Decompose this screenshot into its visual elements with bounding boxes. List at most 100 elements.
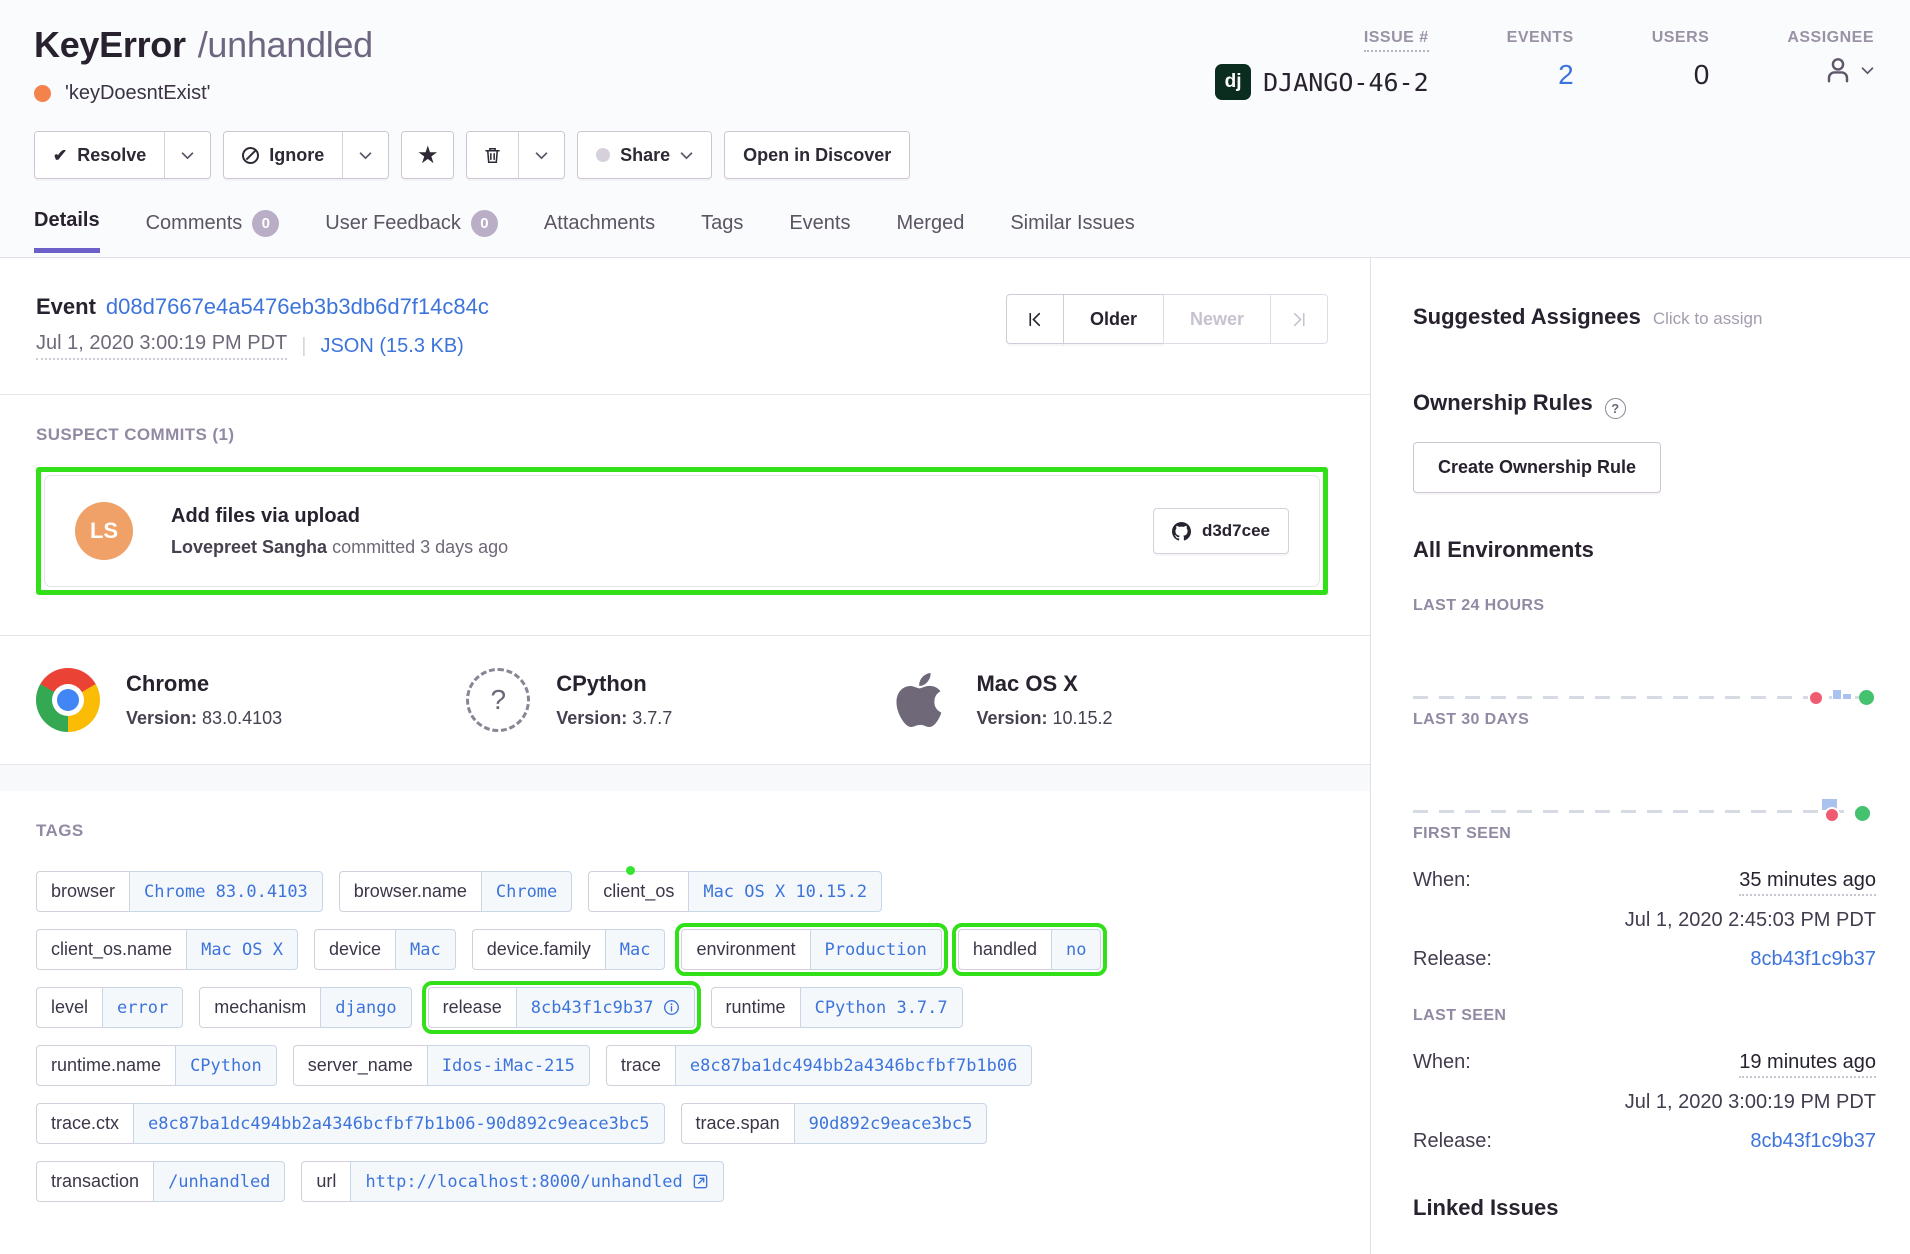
event-json-link[interactable]: JSON (15.3 KB) [320, 335, 463, 358]
tag-handled: handledno [958, 929, 1102, 970]
first-seen-relative[interactable]: 35 minutes ago [1739, 869, 1876, 896]
error-marker-dot [1808, 690, 1824, 706]
help-icon[interactable]: ? [1605, 398, 1626, 419]
mute-icon [242, 147, 259, 164]
issue-stats: ISSUE # dj DJANGO-46-2 EVENTS 2 USERS 0 … [1215, 24, 1874, 100]
suggested-assignees-hint: Click to assign [1653, 309, 1763, 329]
tab-attachments[interactable]: Attachments [544, 209, 655, 253]
stat-assignee: ASSIGNEE [1787, 26, 1874, 100]
chevron-down-icon [359, 151, 372, 160]
issue-header: KeyError/unhandled 'keyDoesntExist' ISSU… [0, 0, 1910, 258]
oldest-event-button[interactable] [1006, 294, 1064, 344]
event-contexts: Chrome Version: 83.0.4103 ? CPython Vers… [0, 635, 1370, 765]
context-os: Mac OS X Version: 10.15.2 [896, 668, 1326, 732]
tags-list: browserChrome 83.0.4103 browser.nameChro… [36, 871, 1328, 1202]
delete-button[interactable] [467, 132, 518, 178]
tag-transaction: transaction/unhandled [36, 1161, 285, 1202]
newest-event-button[interactable] [1270, 294, 1328, 344]
linked-issues-heading: Linked Issues [1413, 1195, 1876, 1221]
first-seen-release-label: Release: [1413, 948, 1492, 971]
tab-comments[interactable]: Comments0 [146, 209, 280, 253]
user-feedback-count-badge: 0 [471, 210, 498, 237]
tag-trace-ctx: trace.ctxe8c87ba1dc494bb2a4346bcfbf7b1b0… [36, 1103, 665, 1144]
tag-client-os-name: client_os.nameMac OS X [36, 929, 298, 970]
event-id-link[interactable]: d08d7667e4a5476eb3b3db6d7f14c84c [106, 294, 489, 319]
tags-heading: TAGS [36, 821, 1328, 841]
assignee-person-icon [1823, 55, 1853, 85]
tag-release: release 8cb43f1c9b37 [428, 987, 695, 1028]
first-seen-when-label: When: [1413, 869, 1471, 892]
external-link-icon[interactable] [692, 1173, 709, 1190]
apple-icon [896, 669, 950, 731]
last-24-hours-label: LAST 24 HOURS [1413, 597, 1876, 615]
tab-user-feedback[interactable]: User Feedback0 [325, 209, 498, 253]
issue-message: 'keyDoesntExist' [65, 82, 210, 105]
tab-similar-issues[interactable]: Similar Issues [1010, 209, 1134, 253]
ownership-rules-heading: Ownership Rules [1413, 390, 1593, 416]
newer-event-button[interactable]: Newer [1163, 294, 1271, 344]
tag-environment: environmentProduction [681, 929, 941, 970]
tab-merged[interactable]: Merged [897, 209, 965, 253]
annotation-box-suspect-commit: LS Add files via upload Lovepreet Sangha… [36, 467, 1328, 595]
resolve-button[interactable]: ✔ Resolve [35, 132, 164, 178]
first-seen-label: FIRST SEEN [1413, 825, 1876, 843]
issue-actions: ✔ Resolve Ignore ★ [34, 131, 1876, 179]
tab-events[interactable]: Events [789, 209, 850, 253]
share-status-dot [596, 148, 610, 162]
django-project-icon: dj [1215, 64, 1251, 100]
older-event-button[interactable]: Older [1063, 294, 1164, 344]
event-bar [1832, 689, 1842, 700]
github-icon [1172, 522, 1191, 541]
tab-tags[interactable]: Tags [701, 209, 743, 253]
events-count[interactable]: 2 [1507, 59, 1574, 91]
ignore-button[interactable]: Ignore [224, 132, 342, 178]
event-timestamp[interactable]: Jul 1, 2020 3:00:19 PM PDT [36, 332, 287, 360]
info-icon[interactable] [663, 999, 680, 1016]
open-in-discover-button[interactable]: Open in Discover [725, 132, 909, 178]
events-label: EVENTS [1507, 29, 1574, 47]
commit-message: Add files via upload [171, 505, 1153, 528]
issue-tabs: Details Comments0 User Feedback0 Attachm… [34, 209, 1876, 253]
skip-to-first-icon [1026, 311, 1043, 328]
release-marker-dot [1855, 806, 1870, 821]
issue-number-label[interactable]: ISSUE # [1364, 29, 1429, 52]
tag-client-os: client_osMac OS X 10.15.2 [588, 871, 882, 912]
commit-time: committed 3 days ago [332, 537, 508, 557]
share-button[interactable]: Share [578, 132, 711, 178]
suspect-commit-row: LS Add files via upload Lovepreet Sangha… [44, 475, 1320, 587]
delete-dropdown-button[interactable] [518, 132, 564, 178]
release-marker-dot [1859, 690, 1874, 705]
assignee-selector[interactable] [1787, 55, 1874, 85]
event-heading: Eventd08d7667e4a5476eb3b3db6d7f14c84c [36, 294, 489, 320]
issue-short-id[interactable]: DJANGO-46-2 [1263, 68, 1429, 97]
first-seen-release-link[interactable]: 8cb43f1c9b37 [1750, 948, 1876, 971]
events-sparkline-30d [1413, 729, 1876, 825]
tag-trace-span: trace.span90d892c9eace3bc5 [681, 1103, 988, 1144]
last-seen-relative[interactable]: 19 minutes ago [1739, 1051, 1876, 1078]
error-marker-dot [1824, 807, 1840, 823]
commit-sha-button[interactable]: d3d7cee [1153, 508, 1289, 554]
bookmark-star-button[interactable]: ★ [402, 132, 453, 178]
ignore-dropdown-button[interactable] [342, 132, 388, 178]
create-ownership-rule-button[interactable]: Create Ownership Rule [1413, 442, 1661, 493]
tag-trace: tracee8c87ba1dc494bb2a4346bcfbf7b1b06 [606, 1045, 1033, 1086]
tab-details[interactable]: Details [34, 209, 100, 253]
page-title: KeyError/unhandled [34, 24, 373, 66]
last-seen-release-label: Release: [1413, 1130, 1492, 1153]
resolve-dropdown-button[interactable] [164, 132, 210, 178]
event-pagination: Older Newer [1006, 294, 1328, 344]
users-count[interactable]: 0 [1652, 59, 1710, 91]
issue-culprit-path: /unhandled [198, 24, 373, 65]
tag-device-family: device.familyMac [472, 929, 666, 970]
star-icon: ★ [418, 145, 437, 166]
commit-author-name: Lovepreet Sangha [171, 537, 327, 557]
tag-mechanism: mechanismdjango [199, 987, 411, 1028]
tag-browser-name: browser.nameChrome [339, 871, 572, 912]
meta-separator: | [301, 335, 306, 358]
issue-sidebar: Suggested Assignees Click to assign Owne… [1370, 258, 1910, 1254]
tag-device: deviceMac [314, 929, 456, 970]
stat-users: USERS 0 [1652, 26, 1710, 100]
skip-to-last-icon [1291, 311, 1308, 328]
tag-runtime: runtimeCPython 3.7.7 [711, 987, 963, 1028]
last-seen-release-link[interactable]: 8cb43f1c9b37 [1750, 1130, 1876, 1153]
